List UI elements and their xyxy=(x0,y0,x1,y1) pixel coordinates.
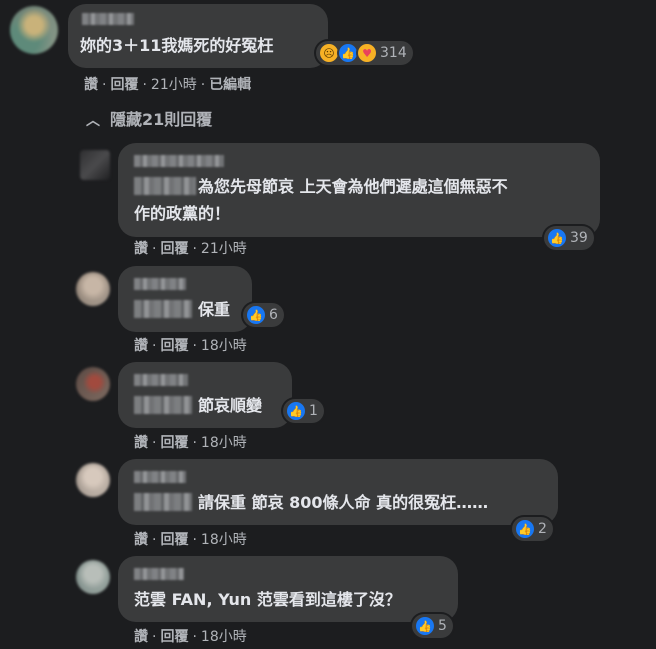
avatar[interactable] xyxy=(80,150,110,180)
reaction-count: 39 xyxy=(570,230,588,246)
mention-blurred[interactable] xyxy=(134,300,192,318)
reply-bubble: 節哀順變 xyxy=(118,362,292,428)
reply-text: 為您先母節哀 上天會為他們遲處這個無惡不 xyxy=(198,177,508,196)
reply-button[interactable]: 回覆 xyxy=(160,529,188,549)
avatar[interactable] xyxy=(76,272,110,306)
reply-bubble: 范雲 FAN, Yun 范雲看到這樓了沒？ xyxy=(118,556,458,622)
like-icon: 👍 xyxy=(414,615,436,637)
commenter-name-blurred[interactable] xyxy=(134,471,186,483)
reply-actions: 讚 · 回覆 · 21小時 xyxy=(134,238,247,258)
like-icon: 👍 xyxy=(514,518,536,540)
reaction-count: 314 xyxy=(380,45,407,61)
chevron-up-icon: ︿ xyxy=(86,113,100,129)
reaction-summary[interactable]: 👍 1 xyxy=(283,399,324,423)
like-icon: 👍 xyxy=(285,400,307,422)
commenter-name-blurred[interactable] xyxy=(82,13,134,25)
reaction-summary[interactable]: 👍 2 xyxy=(512,517,553,541)
reply-actions: 讚 · 回覆 · 18小時 xyxy=(134,626,247,646)
reply-bubble: 請保重 節哀 800條人命 真的很冤枉…… xyxy=(118,459,558,525)
reply-text: 保重 xyxy=(198,300,231,319)
mention-blurred[interactable] xyxy=(134,396,192,414)
timestamp[interactable]: 18小時 xyxy=(201,626,247,646)
avatar[interactable] xyxy=(76,560,110,594)
avatar[interactable] xyxy=(10,6,58,54)
like-button[interactable]: 讚 xyxy=(134,529,148,549)
like-button[interactable]: 讚 xyxy=(134,432,148,452)
reply-text: 節哀順變 xyxy=(198,396,263,415)
care-icon: ♥ xyxy=(356,42,378,64)
commenter-name-blurred[interactable] xyxy=(134,568,184,580)
reaction-count: 5 xyxy=(438,618,447,634)
reaction-summary[interactable]: 👍 6 xyxy=(243,303,284,327)
reply-button[interactable]: 回覆 xyxy=(160,626,188,646)
comment-text: 妳的3＋11我媽死的好冤枉 xyxy=(80,36,274,55)
reply-text-line2: 作的政黨的！ xyxy=(134,204,231,223)
reply-button[interactable]: 回覆 xyxy=(160,432,188,452)
reply-button[interactable]: 回覆 xyxy=(160,238,188,258)
mention-blurred[interactable] xyxy=(134,493,192,511)
avatar[interactable] xyxy=(76,463,110,497)
reply-actions: 讚 · 回覆 · 18小時 xyxy=(134,335,247,355)
mention-blurred[interactable] xyxy=(134,177,196,195)
edited-label: 已編輯 xyxy=(209,77,252,93)
timestamp[interactable]: 18小時 xyxy=(201,335,247,355)
reply-button[interactable]: 回覆 xyxy=(160,335,188,355)
timestamp[interactable]: 18小時 xyxy=(201,529,247,549)
reply-text: 范雲 FAN, Yun 范雲看到這樓了沒？ xyxy=(134,590,401,609)
reply-actions: 讚 · 回覆 · 18小時 xyxy=(134,432,247,452)
like-button[interactable]: 讚 xyxy=(134,335,148,355)
reply-actions: 讚 · 回覆 · 18小時 xyxy=(134,529,247,549)
comment-actions: 讚 · 回覆 · 21小時 · 已編輯 xyxy=(84,74,251,94)
timestamp[interactable]: 18小時 xyxy=(201,432,247,452)
like-button[interactable]: 讚 xyxy=(134,626,148,646)
like-icon: 👍 xyxy=(245,304,267,326)
reaction-count: 6 xyxy=(269,307,278,323)
hide-replies-toggle[interactable]: ︿ 隱藏21則回覆 xyxy=(86,106,212,130)
reply-text: 請保重 節哀 800條人命 真的很冤枉…… xyxy=(198,493,489,512)
timestamp[interactable]: 21小時 xyxy=(151,74,197,94)
hide-replies-label: 隱藏21則回覆 xyxy=(110,110,213,129)
reaction-count: 1 xyxy=(309,403,318,419)
commenter-name-blurred[interactable] xyxy=(134,155,224,167)
reaction-summary[interactable]: 👍 5 xyxy=(412,614,453,638)
commenter-name-blurred[interactable] xyxy=(134,374,188,386)
timestamp[interactable]: 21小時 xyxy=(201,238,247,258)
reply-button[interactable]: 回覆 xyxy=(110,74,138,94)
reaction-summary[interactable]: 👍 39 xyxy=(544,226,594,250)
comment-bubble: 妳的3＋11我媽死的好冤枉 xyxy=(68,4,328,68)
reaction-summary[interactable]: ☹ 👍 ♥ 314 xyxy=(316,41,413,65)
reaction-count: 2 xyxy=(538,521,547,537)
like-button[interactable]: 讚 xyxy=(84,74,98,94)
reply-bubble: 保重 xyxy=(118,266,252,332)
avatar[interactable] xyxy=(76,367,110,401)
commenter-name-blurred[interactable] xyxy=(134,278,186,290)
reply-bubble: 為您先母節哀 上天會為他們遲處這個無惡不 作的政黨的！ xyxy=(118,143,600,237)
like-icon: 👍 xyxy=(546,227,568,249)
like-button[interactable]: 讚 xyxy=(134,238,148,258)
